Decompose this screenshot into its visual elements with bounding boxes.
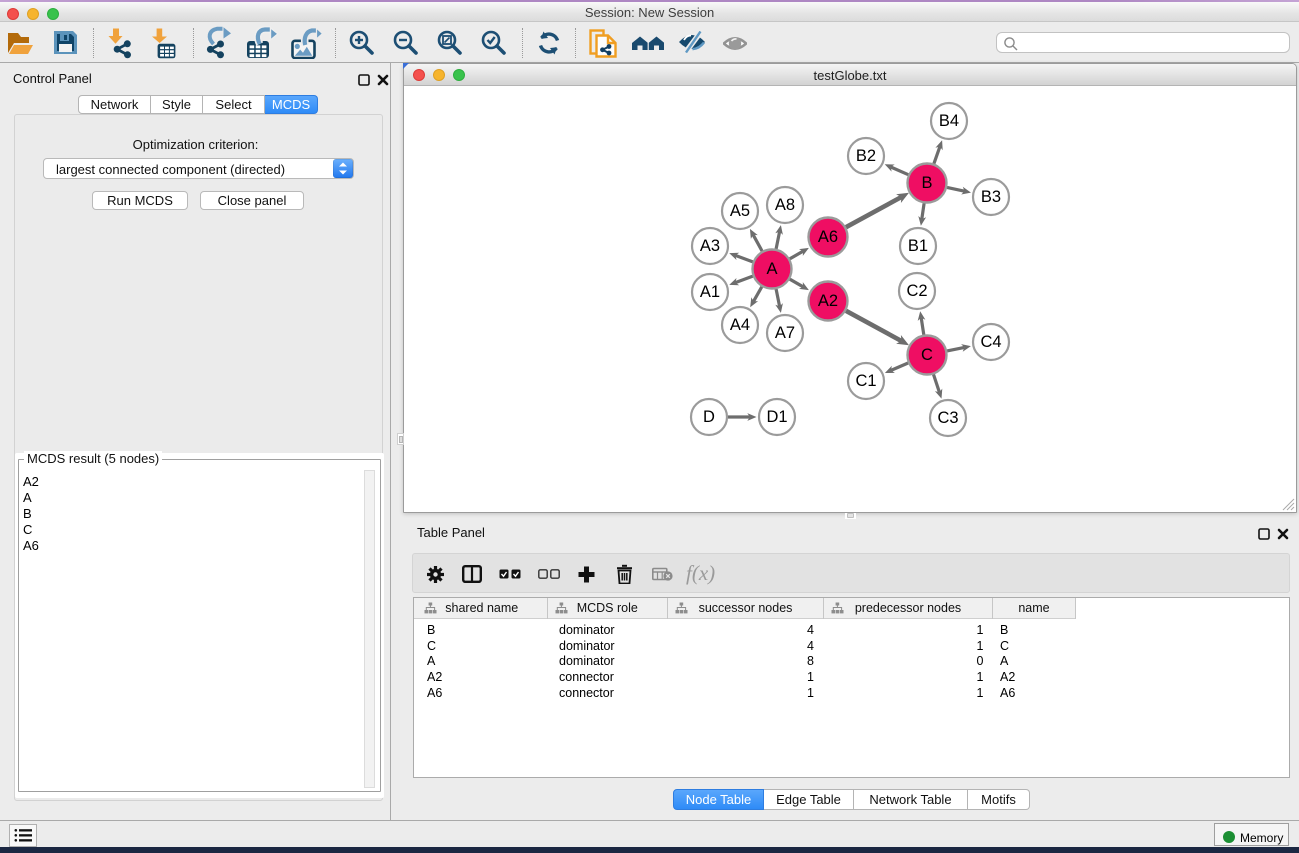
- svg-text:C4: C4: [980, 333, 1001, 351]
- svg-text:A5: A5: [730, 202, 750, 220]
- svg-text:B: B: [921, 174, 932, 192]
- svg-text:A3: A3: [700, 237, 720, 255]
- svg-text:C2: C2: [906, 282, 927, 300]
- svg-text:C3: C3: [937, 409, 958, 427]
- svg-text:B3: B3: [981, 188, 1001, 206]
- svg-text:A1: A1: [700, 283, 720, 301]
- svg-text:A8: A8: [775, 196, 795, 214]
- svg-text:B2: B2: [856, 147, 876, 165]
- svg-text:C1: C1: [855, 372, 876, 390]
- svg-text:A4: A4: [730, 316, 750, 334]
- svg-text:A: A: [766, 260, 777, 278]
- svg-text:A7: A7: [775, 324, 795, 342]
- svg-text:D1: D1: [766, 408, 787, 426]
- svg-text:B4: B4: [939, 112, 959, 130]
- svg-text:A6: A6: [818, 228, 838, 246]
- svg-text:D: D: [703, 408, 715, 426]
- svg-text:C: C: [921, 346, 933, 364]
- svg-text:B1: B1: [908, 237, 928, 255]
- svg-text:A2: A2: [818, 292, 838, 310]
